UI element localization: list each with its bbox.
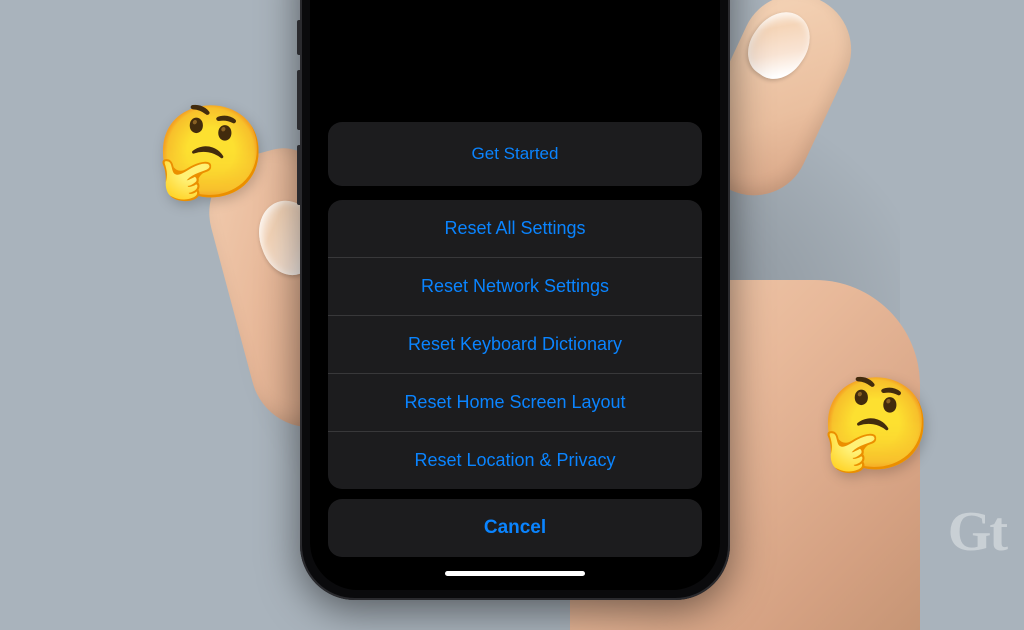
phone-screen: Get Started Reset All Settings Reset Net… bbox=[310, 0, 720, 590]
phone-volume-down bbox=[297, 145, 301, 205]
thinking-emoji-left: 🤔 bbox=[155, 108, 267, 198]
reset-keyboard-dictionary-button[interactable]: Reset Keyboard Dictionary bbox=[328, 316, 702, 374]
reset-location-privacy-button[interactable]: Reset Location & Privacy bbox=[328, 432, 702, 489]
reset-network-settings-button[interactable]: Reset Network Settings bbox=[328, 258, 702, 316]
get-started-button[interactable]: Get Started bbox=[328, 144, 702, 164]
home-indicator[interactable] bbox=[445, 571, 585, 576]
phone-volume-up bbox=[297, 70, 301, 130]
reset-all-settings-button[interactable]: Reset All Settings bbox=[328, 200, 702, 258]
brand-logo: Gt bbox=[948, 500, 1006, 564]
phone-silent-switch bbox=[297, 20, 301, 55]
cancel-button[interactable]: Cancel bbox=[328, 499, 702, 557]
top-card: Get Started bbox=[328, 122, 702, 186]
phone-frame: Get Started Reset All Settings Reset Net… bbox=[300, 0, 730, 600]
reset-action-sheet: Reset All Settings Reset Network Setting… bbox=[328, 200, 702, 489]
reset-home-screen-layout-button[interactable]: Reset Home Screen Layout bbox=[328, 374, 702, 432]
thinking-emoji-right: 🤔 bbox=[820, 380, 932, 470]
